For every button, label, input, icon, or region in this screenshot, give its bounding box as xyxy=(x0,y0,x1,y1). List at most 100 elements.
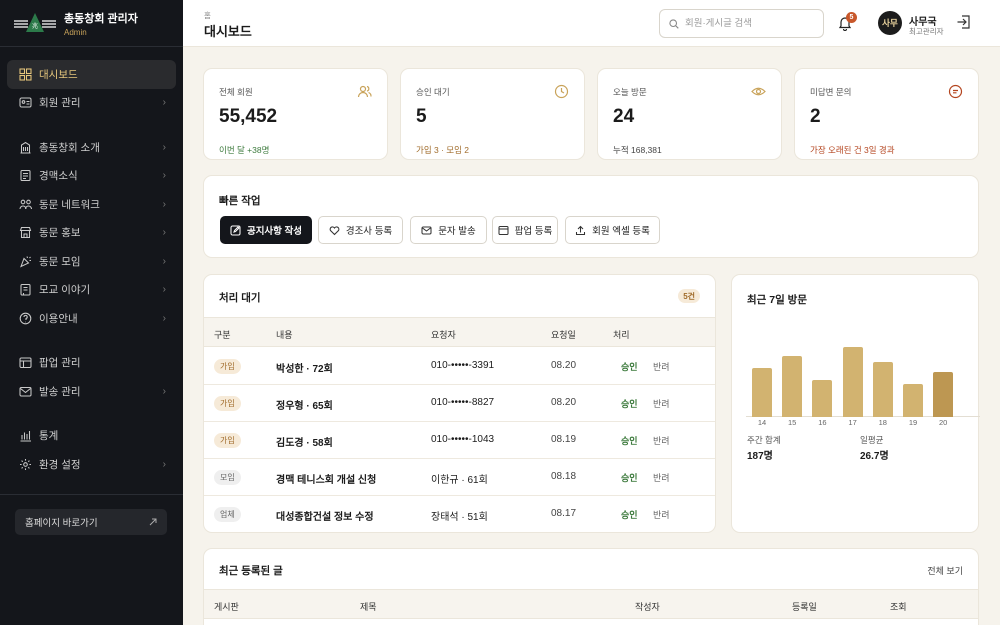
logout-icon[interactable] xyxy=(956,14,972,30)
row-content[interactable]: 박성한 · 72회 xyxy=(276,360,333,375)
dashboard-icon xyxy=(19,68,32,81)
quick-action-button[interactable]: 문자 발송 xyxy=(410,216,487,244)
reject-button[interactable]: 반려 xyxy=(653,360,670,373)
reject-button[interactable]: 반려 xyxy=(653,397,670,410)
reject-button[interactable]: 반려 xyxy=(653,471,670,484)
help-icon xyxy=(19,312,32,325)
visits-card: 최근 7일 방문 14 15 16 17 18 19 20 주간 합계 187명 일평균 2… xyxy=(731,274,980,533)
chart-tick-label: 19 xyxy=(908,418,918,427)
sidebar-item-3[interactable]: 경맥소식 › xyxy=(7,162,176,191)
homepage-link[interactable]: 홈페이지 바로가기 xyxy=(15,509,167,535)
eye-icon xyxy=(751,87,766,96)
approve-button[interactable]: 승인 xyxy=(621,434,638,447)
stat-sub: 이번 달 +38명 xyxy=(219,145,270,155)
sidebar-item-label: 발송 관리 xyxy=(39,385,81,398)
type-tag: 업체 xyxy=(214,507,241,522)
row-date: 08.19 xyxy=(551,434,577,445)
mail-icon xyxy=(19,385,32,398)
breadcrumb[interactable]: 홈 xyxy=(204,10,211,21)
search-box[interactable] xyxy=(659,9,824,38)
notification-button[interactable]: 5 xyxy=(838,12,857,32)
row-requester: 이한규 · 61회 xyxy=(431,475,488,486)
sidebar-item-label: 동문 모임 xyxy=(39,255,81,268)
sidebar-item-label: 총동창회 소개 xyxy=(39,141,100,154)
sidebar-item-10[interactable]: 발송 관리 › xyxy=(7,377,176,406)
reject-button[interactable]: 반려 xyxy=(653,434,670,447)
popup-icon xyxy=(498,225,509,236)
col-date: 요청일 xyxy=(551,330,576,340)
row-content[interactable]: 대성종합건설 정보 수정 xyxy=(276,508,374,523)
notification-badge: 5 xyxy=(846,12,857,23)
chevron-right-icon: › xyxy=(162,284,166,296)
party-icon xyxy=(19,255,32,268)
weekly-total-label: 주간 합계 xyxy=(747,435,781,445)
col-requester: 요청자 xyxy=(431,330,456,340)
col-views: 조회 xyxy=(890,602,907,612)
sidebar-item-2[interactable]: 총동창회 소개 › xyxy=(7,133,176,162)
sidebar-item-12[interactable]: 환경 설정 › xyxy=(7,450,176,479)
chevron-right-icon: › xyxy=(162,255,166,267)
sidebar-item-label: 회원 관리 xyxy=(39,97,81,110)
recent-posts-card: 최근 등록된 글 전체 보기 게시판 제목 작성자 등록일 조회 xyxy=(203,548,979,625)
quick-action-label: 공지사항 작성 xyxy=(246,226,303,237)
svg-text:兆: 兆 xyxy=(32,22,38,30)
stat-card[interactable]: 미답변 문의 2 가장 오래된 건 3일 경과 xyxy=(794,68,979,160)
stat-value: 2 xyxy=(810,106,821,127)
quick-action-label: 팝업 등록 xyxy=(514,226,553,237)
stat-value: 5 xyxy=(416,106,427,127)
chevron-right-icon: › xyxy=(162,458,166,470)
sidebar-item-label: 이용안내 xyxy=(39,312,78,325)
chart-tick-label: 15 xyxy=(788,418,797,427)
approve-button[interactable]: 승인 xyxy=(621,471,638,484)
col-action: 처리 xyxy=(613,330,630,340)
quick-action-label: 경조사 등록 xyxy=(345,226,393,237)
app-subtitle: Admin xyxy=(64,27,87,37)
row-content[interactable]: 경맥 테니스회 개설 신청 xyxy=(276,471,376,486)
sidebar-item-1[interactable]: 회원 관리 › xyxy=(7,89,176,118)
approve-button[interactable]: 승인 xyxy=(621,508,638,521)
sidebar-item-label: 팝업 관리 xyxy=(39,357,81,370)
reject-button[interactable]: 반려 xyxy=(653,508,670,521)
clock-icon xyxy=(554,84,569,99)
search-icon xyxy=(669,18,679,29)
app-title: 총동창회 관리자 xyxy=(64,12,138,25)
daily-avg-label: 일평균 xyxy=(860,435,884,445)
stat-value: 24 xyxy=(613,106,635,127)
sidebar-item-7[interactable]: 모교 이야기 › xyxy=(7,276,176,305)
sidebar-item-11[interactable]: 통계 xyxy=(7,422,176,451)
approve-button[interactable]: 승인 xyxy=(621,360,638,373)
avatar[interactable]: 사무 xyxy=(878,11,902,35)
search-input[interactable] xyxy=(685,18,815,29)
page-title: 대시보드 xyxy=(204,24,252,39)
sidebar-item-6[interactable]: 동문 모임 › xyxy=(7,247,176,276)
chart-bar xyxy=(812,380,833,417)
homepage-link-label: 홈페이지 바로가기 xyxy=(25,518,98,529)
quick-action-button[interactable]: 공지사항 작성 xyxy=(220,216,312,244)
stat-card[interactable]: 승인 대기 5 가입 3 · 모임 2 xyxy=(400,68,585,160)
message-icon xyxy=(421,225,432,236)
sidebar-item-8[interactable]: 이용안내 › xyxy=(7,304,176,333)
approve-button[interactable]: 승인 xyxy=(621,397,638,410)
stat-card[interactable]: 전체 회원 55,452 이번 달 +38명 xyxy=(203,68,388,160)
sidebar-nav: 대시보드 회원 관리 › 총동창회 소개 › 경맥소식 › 동문 네트워크 › 동문 홍보 › 동문 … xyxy=(0,47,183,479)
pending-card: 처리 대기 5건 구분 내용 요청자 요청일 처리 가입 박성한 · 72회 010… xyxy=(203,274,716,533)
quick-action-button[interactable]: 팝업 등록 xyxy=(492,216,558,244)
row-content[interactable]: 정우형 · 65회 xyxy=(276,397,333,412)
sidebar-item-5[interactable]: 동문 홍보 › xyxy=(7,219,176,248)
daily-avg-value: 26.7명 xyxy=(860,451,889,462)
quick-action-button[interactable]: 회원 엑셀 등록 xyxy=(565,216,660,244)
sidebar: 兆 총동창회 관리자 Admin 대시보드 회원 관리 › 총동창회 소개 › 경맥소식 ›… xyxy=(0,0,183,625)
sidebar-item-9[interactable]: 팝업 관리 xyxy=(7,349,176,378)
type-tag: 모임 xyxy=(214,470,241,485)
chevron-right-icon: › xyxy=(162,170,166,182)
stat-card[interactable]: 오늘 방문 24 누적 168,381 xyxy=(597,68,782,160)
col-author: 작성자 xyxy=(635,602,660,612)
row-date: 08.18 xyxy=(551,471,577,482)
chevron-right-icon: › xyxy=(162,141,166,153)
quick-action-button[interactable]: 경조사 등록 xyxy=(318,216,403,244)
view-all-link[interactable]: 전체 보기 xyxy=(927,564,963,577)
sidebar-item-0[interactable]: 대시보드 xyxy=(7,60,176,89)
sidebar-item-4[interactable]: 동문 네트워크 › xyxy=(7,190,176,219)
row-content[interactable]: 김도경 · 58회 xyxy=(276,434,333,449)
popup-icon xyxy=(19,356,32,369)
